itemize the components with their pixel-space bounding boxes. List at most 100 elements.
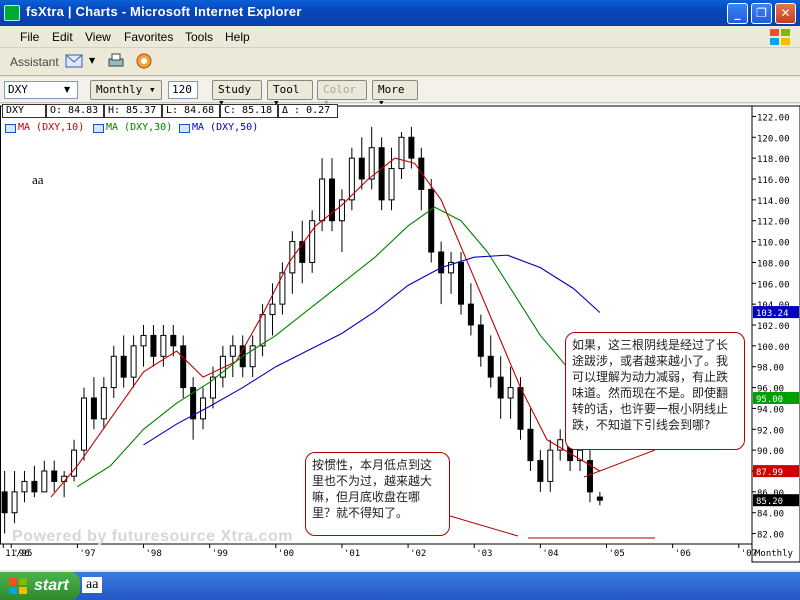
candle-body xyxy=(507,387,514,399)
close-button[interactable]: ✕ xyxy=(775,3,796,24)
candle-body xyxy=(497,376,504,399)
tool-menu-button[interactable]: Tool ▾ xyxy=(267,80,313,109)
start-button[interactable]: start xyxy=(0,572,80,600)
windows-logo-icon xyxy=(770,29,790,45)
candle-body xyxy=(110,355,117,389)
x-tick-label: '99 xyxy=(212,549,228,559)
candle-body xyxy=(100,387,107,420)
menu-help[interactable]: Help xyxy=(225,30,250,44)
candle-body xyxy=(547,449,554,482)
y-tick-label: 82.00 xyxy=(757,531,784,541)
menu-edit[interactable]: Edit xyxy=(52,30,73,44)
y-tick-label: 102.00 xyxy=(757,322,790,332)
bar-count-input[interactable]: 120 xyxy=(168,81,198,99)
candle-body xyxy=(130,345,137,378)
x-tick-label: '05 xyxy=(608,549,624,559)
y-tick-label: 118.00 xyxy=(757,155,790,165)
quote-high: H: 85.37 xyxy=(104,104,162,118)
standard-toolbar: Assistant ▼ xyxy=(0,48,800,76)
chart-area[interactable]: 82.0084.0086.0088.0090.0092.0094.0096.00… xyxy=(0,104,800,570)
quote-symbol: DXY xyxy=(2,104,46,118)
title-bar: fsXtra | Charts - Microsoft Internet Exp… xyxy=(0,0,800,26)
start-label: start xyxy=(34,577,69,594)
watermark: Powered by futuresource Xtra.com xyxy=(12,528,293,545)
x-tick-label: '03 xyxy=(476,549,492,559)
candle-body xyxy=(11,491,18,514)
x-tick-label: '06 xyxy=(675,549,691,559)
menu-tools[interactable]: Tools xyxy=(185,30,213,44)
color-menu-button: Color ▾ xyxy=(317,80,367,109)
indicator-ma30[interactable]: MA (DXY,30) xyxy=(90,122,174,136)
quote-change: Δ : 0.27 xyxy=(278,104,338,118)
indicator-ma50[interactable]: MA (DXY,50) xyxy=(176,122,260,136)
candle-body xyxy=(537,460,544,482)
x-tick-label: '02 xyxy=(410,549,426,559)
menu-view[interactable]: View xyxy=(85,30,111,44)
chart-toolbar: DXY ▼ Monthly ▾ 120 Study ▾ Tool ▾ Color… xyxy=(0,77,800,109)
menu-file[interactable]: File xyxy=(20,30,39,44)
candle-body xyxy=(319,178,326,222)
y-tick-label: 112.00 xyxy=(757,218,790,228)
maximize-button[interactable]: ❐ xyxy=(751,3,772,24)
price-tag-label: 87.99 xyxy=(756,468,783,478)
mail-icon[interactable] xyxy=(64,52,84,70)
candle-body xyxy=(180,345,187,389)
mail-dropdown-icon[interactable]: ▼ xyxy=(89,56,95,65)
candle-body xyxy=(398,136,405,170)
more-label: More xyxy=(378,83,405,96)
candle-body xyxy=(259,314,266,347)
candle-body xyxy=(596,496,603,501)
ma-line xyxy=(50,157,601,498)
indicator-ma30-label: MA (DXY,30) xyxy=(106,122,173,133)
candle-body xyxy=(229,345,236,357)
x-tick-label: '04 xyxy=(542,549,558,559)
candle-body xyxy=(457,261,464,305)
minimize-button[interactable]: _ xyxy=(727,3,748,24)
candle-body xyxy=(517,387,524,430)
study-label: Study xyxy=(218,83,252,96)
menu-bar: File Edit View Favorites Tools Help xyxy=(0,26,800,48)
y-tick-label: 122.00 xyxy=(757,113,790,123)
y-tick-label: 94.00 xyxy=(757,405,784,415)
candle-body xyxy=(269,303,276,316)
candle-layer xyxy=(1,126,603,534)
taskbar: start aa xyxy=(0,572,800,600)
indicator-ma10[interactable]: MA (DXY,10) xyxy=(2,122,86,136)
candle-body xyxy=(418,157,425,190)
menu-favorites[interactable]: Favorites xyxy=(124,30,173,44)
annotation-right-text: 如果，这三根阴线是经过了长途跋涉，或者越来越小了。我可以理解为动力减弱，有止跌味… xyxy=(572,338,729,432)
print-icon[interactable] xyxy=(106,52,126,70)
price-tag-label: 85.20 xyxy=(756,497,783,507)
callout-pointer-bottom xyxy=(449,515,519,537)
browser-window: fsXtra | Charts - Microsoft Internet Exp… xyxy=(0,0,800,600)
y-tick-label: 110.00 xyxy=(757,239,790,249)
y-tick-label: 116.00 xyxy=(757,176,790,186)
y-tick-label: 90.00 xyxy=(757,447,784,457)
candle-body xyxy=(21,480,28,493)
y-tick-label: 108.00 xyxy=(757,259,790,269)
x-tick-label: '96 xyxy=(13,549,29,559)
messenger-icon[interactable] xyxy=(134,52,154,70)
candle-body xyxy=(120,355,127,378)
x-axis-period-label: Monthly xyxy=(755,549,794,559)
candle-body xyxy=(358,157,365,180)
y-tick-label: 114.00 xyxy=(757,197,790,207)
y-tick-label: 100.00 xyxy=(757,343,790,353)
x-tick-label: '01 xyxy=(344,549,360,559)
candle-body xyxy=(487,355,494,378)
y-tick-label: 106.00 xyxy=(757,280,790,290)
y-tick-label: 84.00 xyxy=(757,510,784,520)
app-icon xyxy=(4,5,20,21)
period-dropdown[interactable]: Monthly ▾ xyxy=(90,80,162,100)
candle-body xyxy=(527,428,534,462)
more-menu-button[interactable]: More ▾ xyxy=(372,80,418,109)
y-tick-label: 98.00 xyxy=(757,364,784,374)
price-tag-label: 95.00 xyxy=(756,395,783,405)
y-tick-label: 120.00 xyxy=(757,134,790,144)
study-menu-button[interactable]: Study ▾ xyxy=(212,80,262,109)
candle-body xyxy=(150,334,157,357)
symbol-dropdown-icon[interactable]: ▼ xyxy=(64,85,70,94)
annotation-bottom-text: 按惯性，本月低点到这里也不为过，越来越大嘛，但月底收盘在哪里？就不得知了。 xyxy=(312,458,433,520)
indicator-ma50-label: MA (DXY,50) xyxy=(192,122,259,133)
x-tick-label: '98 xyxy=(146,549,162,559)
